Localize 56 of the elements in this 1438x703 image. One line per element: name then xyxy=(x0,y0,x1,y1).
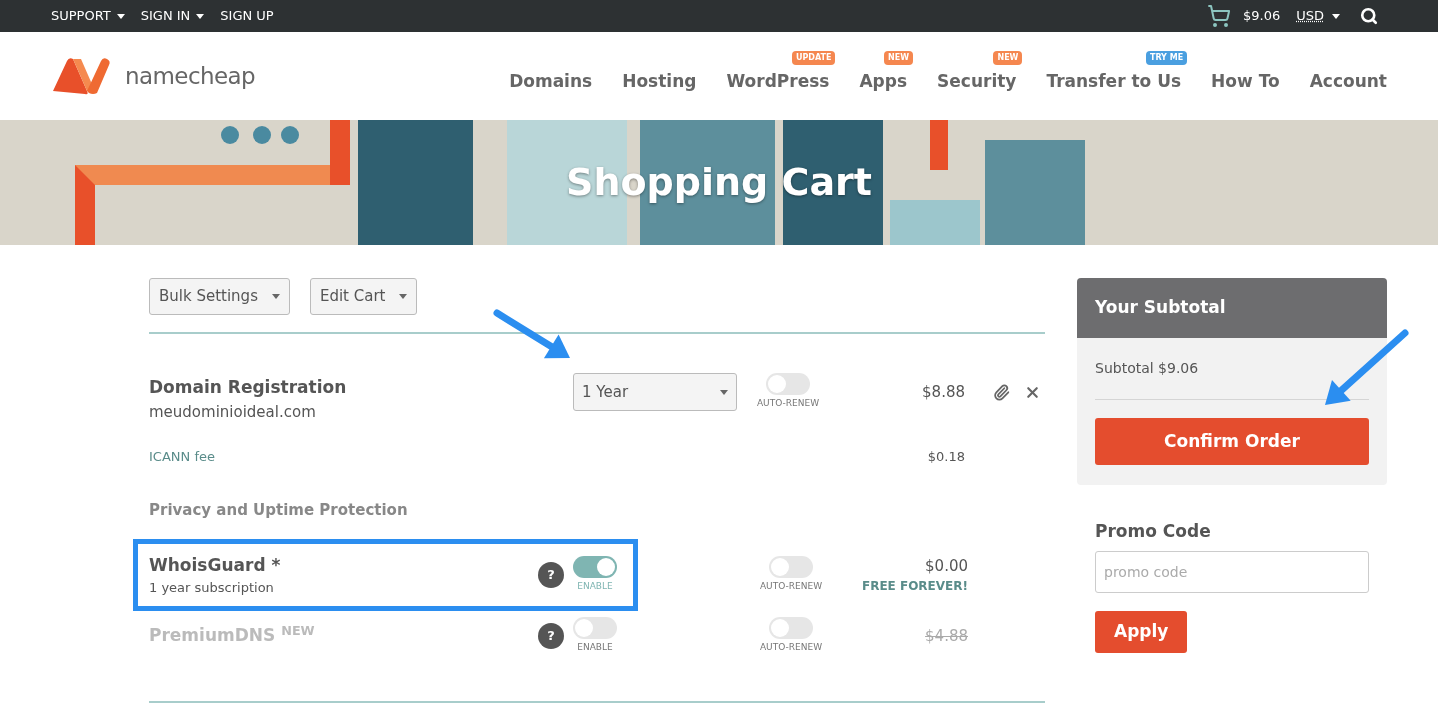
nav-link[interactable]: WordPress xyxy=(726,71,830,92)
top-bar-link[interactable]: SIGN UP xyxy=(220,6,274,26)
currency-selector[interactable]: USD xyxy=(1296,6,1340,26)
promo-code-input[interactable]: promo code xyxy=(1095,550,1369,593)
period-select[interactable]: 1 Year xyxy=(573,373,737,411)
top-bar-link[interactable]: SIGN IN xyxy=(140,6,205,26)
toggle-label: ENABLE xyxy=(577,641,613,655)
addon-name: WhoisGuard * xyxy=(149,553,281,577)
nav-link[interactable]: Apps xyxy=(859,71,908,92)
addon-price: $4.88 xyxy=(925,625,968,647)
toggle-label: AUTO-RENEW xyxy=(759,580,823,594)
subtotal-header: Your Subtotal xyxy=(1077,278,1387,338)
caret-icon xyxy=(720,389,728,395)
fee-price: $0.18 xyxy=(926,448,965,466)
caret-icon xyxy=(399,294,408,299)
dropdown-button[interactable]: Bulk Settings xyxy=(149,278,290,315)
cart-total[interactable]: $9.06 xyxy=(1243,6,1281,26)
section-title: Privacy and Uptime Protection xyxy=(149,499,409,521)
nav-badge: UPDATE xyxy=(791,51,836,66)
nav-badge: NEW xyxy=(884,51,914,66)
toggle-switch[interactable] xyxy=(766,373,810,396)
apply-button[interactable]: Apply xyxy=(1095,610,1188,653)
nav-link[interactable]: Account xyxy=(1309,71,1387,92)
nav-link[interactable]: How To xyxy=(1211,71,1280,92)
cart-icon[interactable] xyxy=(1207,4,1231,28)
nav-badge: NEW xyxy=(993,51,1023,66)
domain-name: meudominioideal.com xyxy=(149,401,317,423)
toggle-label: AUTO-RENEW xyxy=(759,641,823,655)
item-price: $8.88 xyxy=(921,381,965,403)
toggle-switch[interactable] xyxy=(573,556,617,579)
nav-link[interactable]: Security xyxy=(937,71,1017,92)
search-icon[interactable] xyxy=(1360,7,1378,25)
nav-badge: TRY ME xyxy=(1145,51,1188,66)
toggle-switch[interactable] xyxy=(769,556,813,579)
nav-link[interactable]: Hosting xyxy=(622,71,697,92)
toggle-label: ENABLE xyxy=(577,580,613,594)
caret-icon xyxy=(1332,13,1340,19)
nav-link[interactable]: Domains xyxy=(509,71,593,92)
price-note: FREE FOREVER! xyxy=(861,578,968,596)
addon-price: $0.00 xyxy=(925,555,968,577)
caret-icon xyxy=(116,13,125,19)
addon-subtitle: 1 year subscription xyxy=(149,579,275,597)
help-icon[interactable]: ? xyxy=(538,562,564,588)
promo-label: Promo Code xyxy=(1095,520,1212,543)
nav-link[interactable]: Transfer to Us xyxy=(1046,71,1182,92)
dropdown-button[interactable]: Edit Cart xyxy=(309,278,418,315)
item-title: Domain Registration xyxy=(149,376,348,399)
toggle-label: AUTO-RENEW xyxy=(756,397,820,411)
caret-icon xyxy=(196,13,205,19)
confirm-order-button[interactable]: Confirm Order xyxy=(1095,418,1369,465)
caret-icon xyxy=(271,294,280,299)
top-bar-link[interactable]: SUPPORT xyxy=(51,6,125,26)
addon-name: PremiumDNS $^{NEW}$ xyxy=(149,623,315,648)
logo-text: namecheap xyxy=(125,61,256,91)
paperclip-icon[interactable] xyxy=(993,383,1010,401)
fee-label: ICANN fee xyxy=(149,448,215,466)
